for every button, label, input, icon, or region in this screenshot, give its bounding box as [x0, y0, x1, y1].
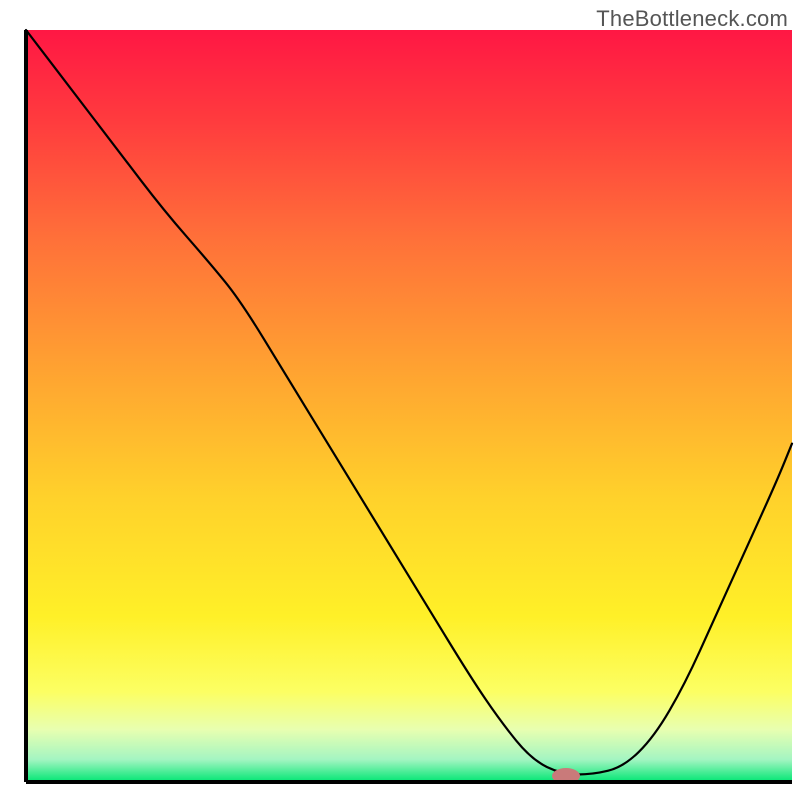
chart-container: TheBottleneck.com: [0, 0, 800, 800]
watermark-text: TheBottleneck.com: [596, 6, 788, 32]
bottleneck-chart: [0, 0, 800, 800]
plot-background: [26, 30, 792, 782]
